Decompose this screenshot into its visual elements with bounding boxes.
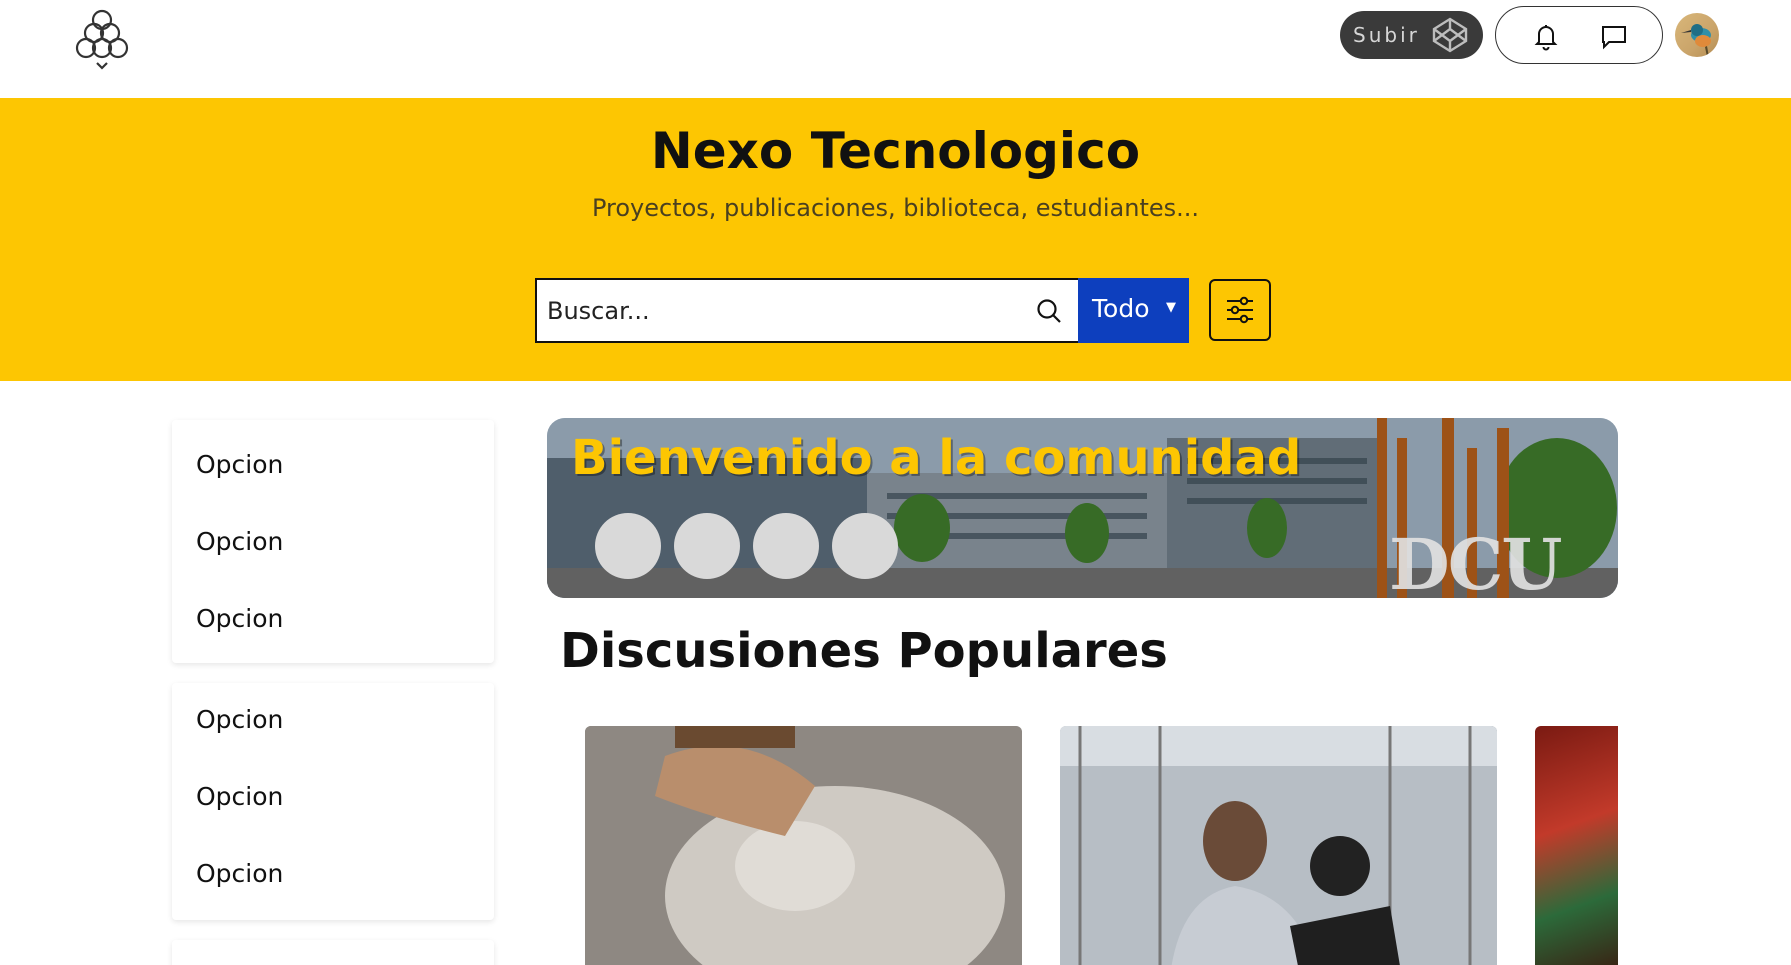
logo-icon[interactable] [70,8,134,72]
sidebar-group-2: Opcion Opcion Opcion [172,683,494,920]
welcome-banner: Bienvenido a la comunidad DCU [547,418,1618,598]
section-title: Discusiones Populares [560,623,1168,679]
banner-title: Bienvenido a la comunidad [571,430,1302,486]
sculpture-image [585,726,1022,965]
site-subtitle: Proyectos, publicaciones, biblioteca, es… [591,194,1200,222]
caret-down-icon: ▼ [1166,300,1176,315]
top-navbar: Subir [0,0,1791,98]
sidebar-item[interactable]: Opcion [196,705,283,734]
site-title: Nexo Tecnologico [650,122,1141,180]
sidebar-item[interactable]: Opcion [196,604,283,633]
lab-image [1060,726,1497,965]
codepen-icon [1430,15,1470,55]
search-icon[interactable] [1034,296,1064,326]
sliders-icon [1227,296,1253,324]
banner-watermark: DCU [1389,523,1562,598]
sidebar-group-1: Opcion Opcion Opcion [172,420,494,663]
hero-section: Nexo Tecnologico Proyectos, publicacione… [0,98,1791,381]
search-input[interactable] [537,280,1027,341]
search-bar: Todo ▼ [535,278,1189,343]
sidebar-item[interactable]: Opcion [196,450,283,479]
avatar[interactable] [1675,13,1719,57]
search-scope-label: Todo [1092,294,1150,323]
notifications-group [1495,6,1663,64]
discussion-card-image[interactable] [585,726,1022,965]
chat-icon[interactable] [1599,21,1629,51]
discussion-card-image[interactable] [1060,726,1497,965]
sidebar-item[interactable]: Opcion [196,527,283,556]
filter-button[interactable] [1209,279,1271,341]
carousel-dot[interactable] [832,513,898,579]
carousel-dot[interactable] [674,513,740,579]
carousel-dot[interactable] [753,513,819,579]
bell-icon[interactable] [1531,21,1561,51]
carousel-dot[interactable] [595,513,661,579]
sidebar-group-3 [172,940,494,965]
upload-button[interactable]: Subir [1340,11,1483,59]
sidebar-item[interactable]: Opcion [196,782,283,811]
discussion-card-image[interactable] [1535,726,1618,965]
search-scope-dropdown[interactable]: Todo ▼ [1078,278,1189,343]
upload-label: Subir [1353,23,1420,47]
sidebar-item[interactable]: Opcion [196,859,283,888]
